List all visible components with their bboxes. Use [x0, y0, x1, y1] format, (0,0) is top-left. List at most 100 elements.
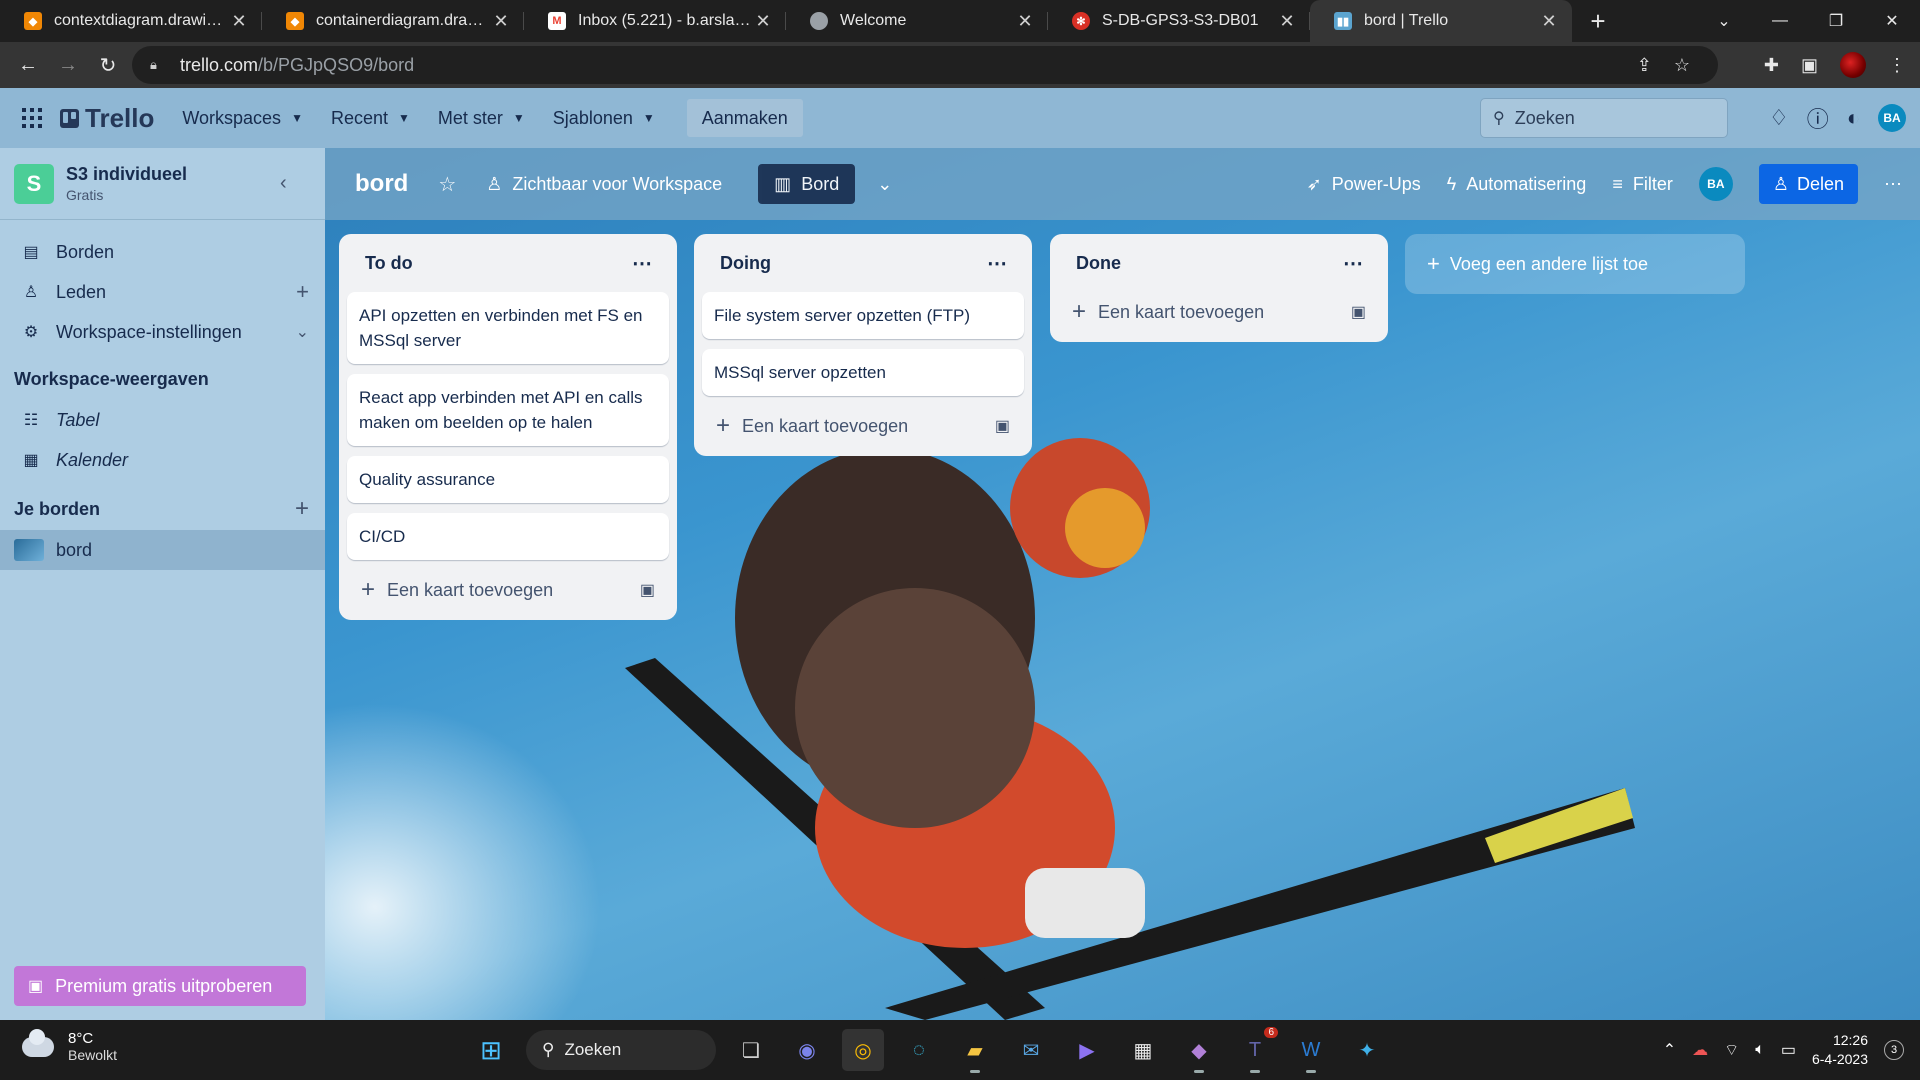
help-icon[interactable]: ⓘ	[1807, 102, 1829, 134]
app-switcher-icon[interactable]	[22, 108, 42, 128]
template-icon[interactable]: ▣	[1351, 302, 1366, 322]
powerups-button[interactable]: ➶ Power-Ups	[1307, 174, 1421, 195]
network-app-icon[interactable]: ✦	[1346, 1029, 1388, 1071]
list-menu-icon[interactable]: ⋯	[987, 251, 1008, 276]
workspace-logo[interactable]: S	[14, 163, 54, 204]
add-member-button[interactable]: +	[296, 279, 309, 305]
sidebar-item-table[interactable]: ☷ Tabel	[0, 400, 325, 440]
card[interactable]: MSSql server opzetten	[702, 349, 1024, 396]
workspace-name[interactable]: S3 individueel	[66, 164, 187, 185]
browser-tab[interactable]: Welcome ✕	[786, 0, 1048, 42]
word-icon[interactable]: W	[1290, 1029, 1332, 1073]
back-button[interactable]: ←	[8, 54, 48, 77]
file-explorer-icon[interactable]: ▰	[954, 1029, 996, 1073]
start-icon[interactable]: ⊞	[470, 1029, 512, 1071]
star-icon[interactable]: ☆	[438, 172, 456, 197]
bookmark-star-icon[interactable]: ☆	[1674, 55, 1690, 76]
visual-studio-icon[interactable]: ◆	[1178, 1029, 1220, 1073]
browser-tab-active[interactable]: ▮▮ bord | Trello ✕	[1310, 0, 1572, 42]
template-icon[interactable]: ▣	[995, 416, 1010, 436]
task-view-icon[interactable]: ❏	[730, 1029, 772, 1071]
sidebar-item-calendar[interactable]: ▦ Kalender	[0, 440, 325, 480]
add-card-button[interactable]: + Een kaart toevoegen ▣	[347, 570, 669, 610]
card[interactable]: CI/CD	[347, 513, 669, 560]
card[interactable]: File system server opzetten (FTP)	[702, 292, 1024, 339]
board-view-button[interactable]: ▥ Bord	[758, 164, 856, 204]
visibility-button[interactable]: ♙ Zichtbaar voor Workspace	[486, 174, 722, 195]
mail-icon[interactable]: ✉	[1010, 1029, 1052, 1071]
member-avatar[interactable]: BA	[1698, 167, 1733, 201]
side-panel-icon[interactable]: ▣	[1801, 55, 1818, 76]
extensions-icon[interactable]: ✚	[1764, 55, 1779, 76]
close-icon[interactable]: ✕	[754, 11, 772, 32]
list-menu-icon[interactable]: ⋯	[1343, 251, 1364, 276]
close-window-button[interactable]: ✕	[1864, 11, 1920, 31]
list-menu-icon[interactable]: ⋯	[632, 251, 653, 276]
trello-logo[interactable]: Trello	[60, 103, 154, 134]
reload-button[interactable]: ↻	[88, 53, 128, 78]
sidebar-item-boards[interactable]: ▤ Borden	[0, 232, 325, 272]
browser-tab[interactable]: ◆ containerdiagram.drawio - ✕	[262, 0, 524, 42]
terminal-icon[interactable]: ▶	[1066, 1029, 1108, 1071]
board-title[interactable]: bord	[355, 170, 408, 198]
new-tab-button[interactable]: +	[1578, 6, 1618, 37]
profile-avatar[interactable]	[1840, 52, 1866, 78]
browser-tab[interactable]: ✻ S-DB-GPS3-S3-DB01 ✕	[1048, 0, 1310, 42]
chevron-up-icon[interactable]: ⌃	[1663, 1040, 1676, 1060]
chevron-down-icon[interactable]: ⌄	[877, 174, 892, 195]
maximize-button[interactable]: ❐	[1808, 11, 1864, 31]
notifications-icon[interactable]: ♢	[1769, 105, 1789, 131]
theme-icon[interactable]: ◐	[1847, 105, 1860, 131]
store-icon[interactable]: ▦	[1122, 1029, 1164, 1071]
list-title[interactable]: Doing	[720, 253, 771, 274]
premium-trial-button[interactable]: ▣ Premium gratis uitproberen	[14, 966, 306, 1006]
templates-menu[interactable]: Sjablonen ▼	[553, 108, 655, 129]
recent-menu[interactable]: Recent ▼	[331, 108, 410, 129]
template-icon[interactable]: ▣	[640, 580, 655, 600]
filter-button[interactable]: ≡ Filter	[1612, 174, 1673, 195]
battery-icon[interactable]: ▭	[1781, 1040, 1796, 1060]
list-title[interactable]: To do	[365, 253, 413, 274]
sidebar-item-members[interactable]: ♙ Leden +	[0, 272, 325, 312]
add-board-button[interactable]: +	[295, 495, 309, 523]
chat-icon[interactable]: ◉	[786, 1029, 828, 1071]
share-page-icon[interactable]: ⇪	[1637, 55, 1652, 76]
teams-icon[interactable]: T6	[1234, 1027, 1278, 1073]
minimize-button[interactable]: —	[1752, 12, 1808, 30]
sidebar-item-settings[interactable]: ⚙ Workspace-instellingen ⌄	[0, 312, 325, 352]
menu-icon[interactable]: ⋮	[1888, 55, 1906, 76]
chrome-icon[interactable]: ◎	[842, 1029, 884, 1071]
edge-icon[interactable]: ◌	[898, 1029, 940, 1071]
search-input[interactable]: ⚲ Zoeken	[1480, 98, 1728, 138]
add-card-button[interactable]: + Een kaart toevoegen ▣	[702, 406, 1024, 446]
close-icon[interactable]: ✕	[1016, 11, 1034, 32]
weather-widget[interactable]: 8°C Bewolkt	[22, 1028, 117, 1063]
starred-menu[interactable]: Met ster ▼	[438, 108, 525, 129]
sidebar-item-board[interactable]: bord	[0, 530, 325, 570]
close-icon[interactable]: ✕	[1540, 11, 1558, 32]
onedrive-icon[interactable]: ☁	[1692, 1040, 1708, 1060]
close-icon[interactable]: ✕	[1278, 11, 1296, 32]
browser-tab[interactable]: ◆ contextdiagram.drawio - di ✕	[0, 0, 262, 42]
card[interactable]: API opzetten en verbinden met FS en MSSq…	[347, 292, 669, 364]
wifi-icon[interactable]: ⌔	[1724, 1040, 1739, 1060]
card[interactable]: React app verbinden met API en calls mak…	[347, 374, 669, 446]
collapse-sidebar-button[interactable]: ‹	[280, 172, 287, 195]
card[interactable]: Quality assurance	[347, 456, 669, 503]
forward-button[interactable]: →	[48, 54, 88, 77]
address-bar[interactable]: 🔒︎ trello.com/b/PGJpQSO9/bord ⇪ ☆	[132, 46, 1718, 84]
create-button[interactable]: Aanmaken	[686, 99, 803, 137]
add-list-button[interactable]: + Voeg een andere lijst toe	[1405, 234, 1745, 294]
user-avatar[interactable]: BA	[1878, 104, 1906, 132]
taskbar-search[interactable]: ⚲ Zoeken	[526, 1030, 716, 1070]
share-button[interactable]: ♙ Delen	[1758, 164, 1858, 204]
speaker-icon[interactable]: 🔈︎	[1755, 1041, 1765, 1059]
more-icon[interactable]: ⋯	[1884, 174, 1902, 195]
tab-search-icon[interactable]: ⌄	[1696, 11, 1752, 31]
close-icon[interactable]: ✕	[230, 11, 248, 32]
list-title[interactable]: Done	[1076, 253, 1121, 274]
close-icon[interactable]: ✕	[492, 11, 510, 32]
notification-count[interactable]: 3	[1884, 1040, 1904, 1060]
automation-button[interactable]: ϟ Automatisering	[1447, 174, 1587, 195]
clock[interactable]: 12:26 6-4-2023	[1812, 1031, 1868, 1069]
